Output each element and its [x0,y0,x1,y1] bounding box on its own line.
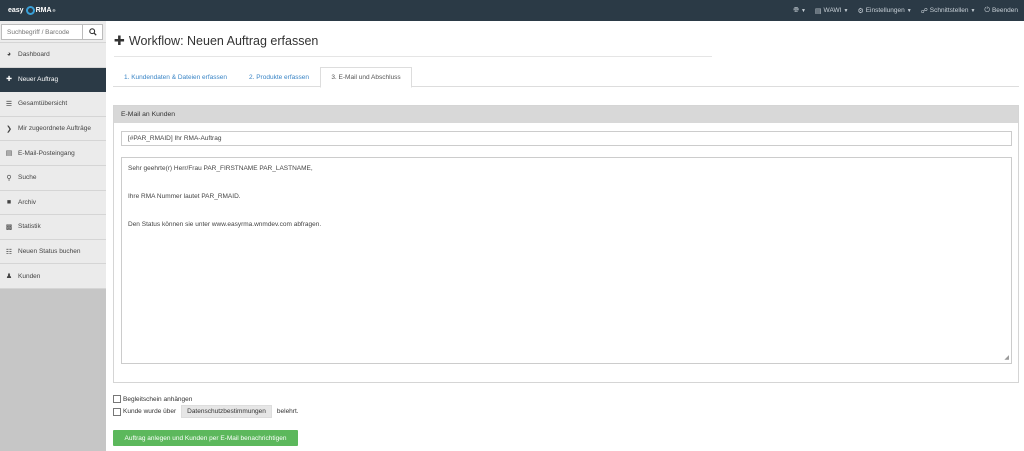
sidebar-item-label: Gesamtübersicht [18,100,68,108]
search-button[interactable] [82,24,103,40]
sidebar-item-label: Archiv [18,198,37,206]
page-title: ✚ Workflow: Neuen Auftrag erfassen [114,33,318,49]
sidebar-item-label: Kunden [18,272,41,280]
sidebar-item-search[interactable]: ⚲ Suche [0,165,106,191]
list-icon: ☰ [5,100,13,108]
nav-settings-label: Einstellungen [865,7,905,14]
plus-icon: ✚ [6,76,12,84]
caret-down-icon: ▼ [843,7,849,14]
nav-logout-button[interactable]: ⏻ Beenden [984,7,1018,15]
sidebar-item-label: Neuen Status buchen [18,248,81,256]
dashboard-icon: ◕ [6,51,12,59]
sidebar-item-customers[interactable]: ♟ Kunden [0,264,106,289]
sidebar-item-statistics[interactable]: ▩ Statistik [0,215,106,240]
nav-interfaces-dropdown[interactable]: ☍ Schnittstellen ▼ [921,7,976,15]
sidebar-item-new-order[interactable]: ✚ Neuer Auftrag [0,67,106,93]
nav-interfaces-label: Schnittstellen [929,7,969,14]
attach-slip-label: Begleitschein anhängen [123,395,193,403]
email-subject-value: [#PAR_RMAID] Ihr RMA-Auftrag [128,135,222,142]
sidebar-item-archive[interactable]: ■ Archiv [0,190,106,216]
sidebar-item-book-status[interactable]: ☷ Neuen Status buchen [0,239,106,265]
nav-logout-label: Beenden [991,7,1018,14]
sidebar-item-my-orders[interactable]: ❯ Mir zugeordnete Aufträge [0,116,106,142]
workflow-tabs: 1. Kundendaten & Dateien erfassen 2. Pro… [113,67,1019,88]
search-icon: ⚲ [6,174,12,182]
sidebar-item-label: Neuer Auftrag [18,75,59,83]
email-body-line: Ihre RMA Nummer lautet PAR_RMAID. [128,193,241,200]
privacy-policy-button[interactable]: Datenschutzbestimmungen [181,405,272,418]
archive-icon: ■ [6,198,12,206]
attach-slip-checkbox[interactable] [113,395,121,403]
tab-label: 2. Produkte erfassen [249,73,309,81]
brand-text-easy: easy [8,7,24,14]
search-icon [88,28,97,36]
email-body-line: Sehr geehrte(r) Herr/Frau PAR_FIRSTNAME … [128,165,313,172]
brand-text-rma: RMA [35,7,52,14]
sidebar: ◕ Dashboard ✚ Neuer Auftrag ☰ Gesamtüber… [0,21,106,451]
sidebar-item-label: Mir zugeordnete Aufträge [18,125,91,133]
attach-slip-row: Begleitschein anhängen [113,395,192,403]
tab-email-completion[interactable]: 3. E-Mail und Abschluss [320,67,412,88]
tab-customer-data[interactable]: 1. Kundendaten & Dateien erfassen [113,67,238,87]
title-divider [114,56,712,57]
caret-down-icon: ▼ [970,7,976,14]
brand-registered-mark: ® [52,8,56,13]
nav-wawi-label: WAWI [823,7,842,14]
tab-products[interactable]: 2. Produkte erfassen [239,67,319,87]
sidebar-item-overview[interactable]: ☰ Gesamtübersicht [0,92,106,117]
email-body-line [128,204,1005,218]
gear-icon: ⚙ [857,7,864,15]
email-body-line [128,176,1005,190]
caret-down-icon: ▼ [800,7,806,14]
sidebar-item-label: E-Mail-Posteingang [18,149,75,157]
globe-icon: 🌐︎ [793,6,799,14]
sidebar-item-label: Statistik [18,223,41,231]
list-alt-icon: ☷ [5,248,13,256]
sidebar-search [0,21,106,43]
top-navbar: easy RMA ® 🌐︎ ▼ ▤ WAWI ▼ ⚙ Einstellungen… [0,0,1024,21]
submit-label: Auftrag anlegen und Kunden per E-Mail be… [124,434,287,442]
panel-header: E-Mail an Kunden [114,106,1018,123]
email-subject-input[interactable]: [#PAR_RMAID] Ihr RMA-Auftrag [121,131,1012,146]
sidebar-item-dashboard[interactable]: ◕ Dashboard [0,43,106,68]
sidebar-item-label: Dashboard [18,51,50,59]
power-icon: ⏻ [984,6,990,14]
email-body-textarea[interactable]: Sehr geehrte(r) Herr/Frau PAR_FIRSTNAME … [121,157,1012,364]
plus-icon: ✚ [114,33,125,48]
privacy-row: Kunde wurde über Datenschutzbestimmungen… [113,405,299,418]
nav-wawi-dropdown[interactable]: ▤ WAWI ▼ [815,7,849,15]
panel-title: E-Mail an Kunden [121,111,176,118]
tab-label: 3. E-Mail und Abschluss [331,74,401,81]
email-body-line: Den Status können sie unter www.easyrma.… [128,221,322,228]
chevron-right-icon: ❯ [6,125,12,133]
email-panel: E-Mail an Kunden [#PAR_RMAID] Ihr RMA-Au… [113,105,1019,383]
resize-handle-icon[interactable]: ◢ [1004,354,1009,361]
privacy-label-suffix: belehrt. [276,408,299,415]
box-icon: ▤ [814,7,822,15]
chart-icon: ▩ [5,223,13,231]
sidebar-menu: ◕ Dashboard ✚ Neuer Auftrag ☰ Gesamtüber… [0,43,106,289]
submit-order-button[interactable]: Auftrag anlegen und Kunden per E-Mail be… [113,430,298,446]
inbox-icon: ▤ [5,150,13,158]
nav-settings-dropdown[interactable]: ⚙ Einstellungen ▼ [857,7,911,15]
privacy-checkbox[interactable] [113,407,121,416]
sidebar-item-label: Suche [18,174,37,182]
sidebar-item-email-inbox[interactable]: ▤ E-Mail-Posteingang [0,141,106,166]
plug-icon: ☍ [920,7,928,15]
tab-label: 1. Kundendaten & Dateien erfassen [124,73,227,81]
users-icon: ♟ [5,273,13,281]
search-input[interactable] [1,24,83,40]
page-title-text: Workflow: Neuen Auftrag erfassen [128,34,319,48]
caret-down-icon: ▼ [906,7,912,14]
privacy-label-prefix: Kunde wurde über [123,408,177,415]
logo-ring-icon [25,6,35,15]
brand-logo[interactable]: easy RMA ® [8,5,55,16]
nav-language-dropdown[interactable]: 🌐︎ ▼ [793,7,806,15]
navbar-menu: 🌐︎ ▼ ▤ WAWI ▼ ⚙ Einstellungen ▼ ☍ Schnit… [793,0,1018,21]
